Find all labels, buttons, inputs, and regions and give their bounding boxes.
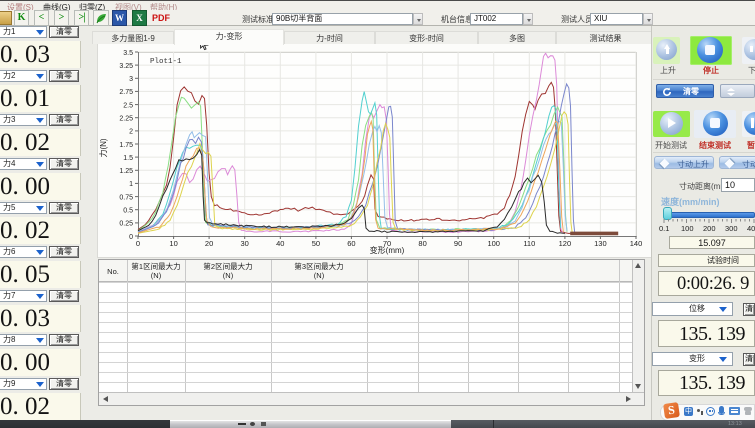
svg-text:1.25: 1.25 — [119, 168, 133, 175]
svg-text:0.5: 0.5 — [123, 208, 133, 215]
svg-text:100: 100 — [487, 239, 500, 248]
svg-text:1: 1 — [129, 181, 133, 188]
svg-text:0.25: 0.25 — [119, 221, 133, 228]
svg-text:2.25: 2.25 — [119, 116, 133, 123]
svg-text:0.75: 0.75 — [119, 194, 133, 201]
svg-text:3.25: 3.25 — [119, 63, 133, 70]
svg-text:120: 120 — [559, 239, 572, 248]
svg-text:3.5: 3.5 — [123, 50, 133, 57]
svg-text:0: 0 — [129, 234, 133, 241]
svg-text:50: 50 — [312, 239, 320, 248]
svg-text:变形(mm): 变形(mm) — [370, 245, 405, 255]
svg-text:80: 80 — [418, 239, 426, 248]
svg-text:1.75: 1.75 — [119, 142, 133, 149]
svg-text:20: 20 — [205, 239, 213, 248]
svg-text:0: 0 — [136, 239, 140, 248]
svg-text:1.5: 1.5 — [123, 155, 133, 162]
svg-text:40: 40 — [276, 239, 284, 248]
svg-text:90: 90 — [454, 239, 462, 248]
svg-text:3: 3 — [129, 76, 133, 83]
svg-text:130: 130 — [594, 239, 607, 248]
svg-text:110: 110 — [523, 239, 535, 248]
svg-text:力(N): 力(N) — [98, 138, 108, 157]
svg-text:Plot1-1: Plot1-1 — [150, 58, 182, 66]
svg-text:30: 30 — [241, 239, 249, 248]
svg-text:10: 10 — [169, 239, 177, 248]
svg-text:60: 60 — [347, 239, 355, 248]
svg-text:140: 140 — [630, 239, 643, 248]
svg-text:2.5: 2.5 — [123, 102, 133, 109]
svg-text:2.75: 2.75 — [119, 89, 133, 96]
svg-text:2: 2 — [129, 129, 133, 136]
